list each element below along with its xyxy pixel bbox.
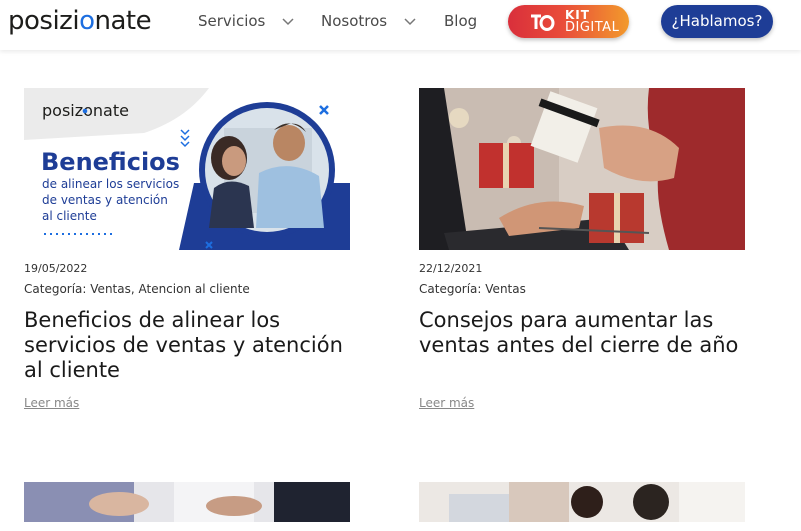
nav-blog[interactable]: Blog (444, 12, 477, 30)
chevron-down-icon (404, 17, 416, 25)
image-line-3: al cliente (42, 209, 97, 223)
image-headline: Beneficios (41, 148, 180, 176)
nav-nosotros-label: Nosotros (321, 12, 388, 30)
nav-blog-label: Blog (444, 12, 478, 30)
kit-digital-icon (531, 14, 555, 31)
post-thumbnail[interactable] (24, 482, 350, 522)
post-image-office-team (419, 482, 745, 522)
logo-accent: o (79, 6, 95, 36)
category-label: Categoría: (24, 282, 87, 296)
post-date: 22/12/2021 (419, 262, 483, 275)
chevron-down-icon (282, 17, 294, 25)
post-date: 19/05/2022 (24, 262, 88, 275)
post-category: Categoría: Ventas, Atencion al cliente (24, 282, 250, 296)
post-title[interactable]: Beneficios de alinear los servicios de v… (24, 308, 354, 383)
logo-text-end: nate (94, 6, 152, 36)
site-header: posizionate Servicios Nosotros Blog KIT … (0, 0, 801, 50)
post-image-credit-card-gift (419, 88, 745, 250)
image-line-2: de ventas y atención (42, 193, 168, 207)
post-image-handshake (24, 482, 350, 522)
category-label: Categoría: (419, 282, 482, 296)
kit-label-bottom: DIGITAL (565, 20, 620, 35)
category-value[interactable]: Ventas (485, 282, 526, 296)
post-image-beneficios: posizonate Beneficios de alinear los ser… (24, 88, 350, 250)
post-title[interactable]: Consejos para aumentar las ventas antes … (419, 308, 749, 358)
site-logo[interactable]: posizionate (8, 6, 152, 36)
kit-digital-button[interactable]: KIT DIGITAL (508, 5, 629, 38)
category-value[interactable]: Ventas, Atencion al cliente (90, 282, 249, 296)
logo-text: posizi (8, 6, 80, 36)
nav-servicios-label: Servicios (198, 12, 266, 30)
post-thumbnail[interactable]: posizonate Beneficios de alinear los ser… (24, 88, 350, 250)
read-more-link[interactable]: Leer más (24, 396, 79, 410)
nav-servicios[interactable]: Servicios (198, 12, 294, 30)
hablamos-button[interactable]: ¿Hablamos? (661, 5, 773, 38)
image-line-1: de alinear los servicios (42, 177, 179, 191)
read-more-link[interactable]: Leer más (419, 396, 474, 410)
post-thumbnail[interactable] (419, 482, 745, 522)
nav-nosotros[interactable]: Nosotros (321, 12, 416, 30)
post-category: Categoría: Ventas (419, 282, 526, 296)
post-thumbnail[interactable] (419, 88, 745, 250)
